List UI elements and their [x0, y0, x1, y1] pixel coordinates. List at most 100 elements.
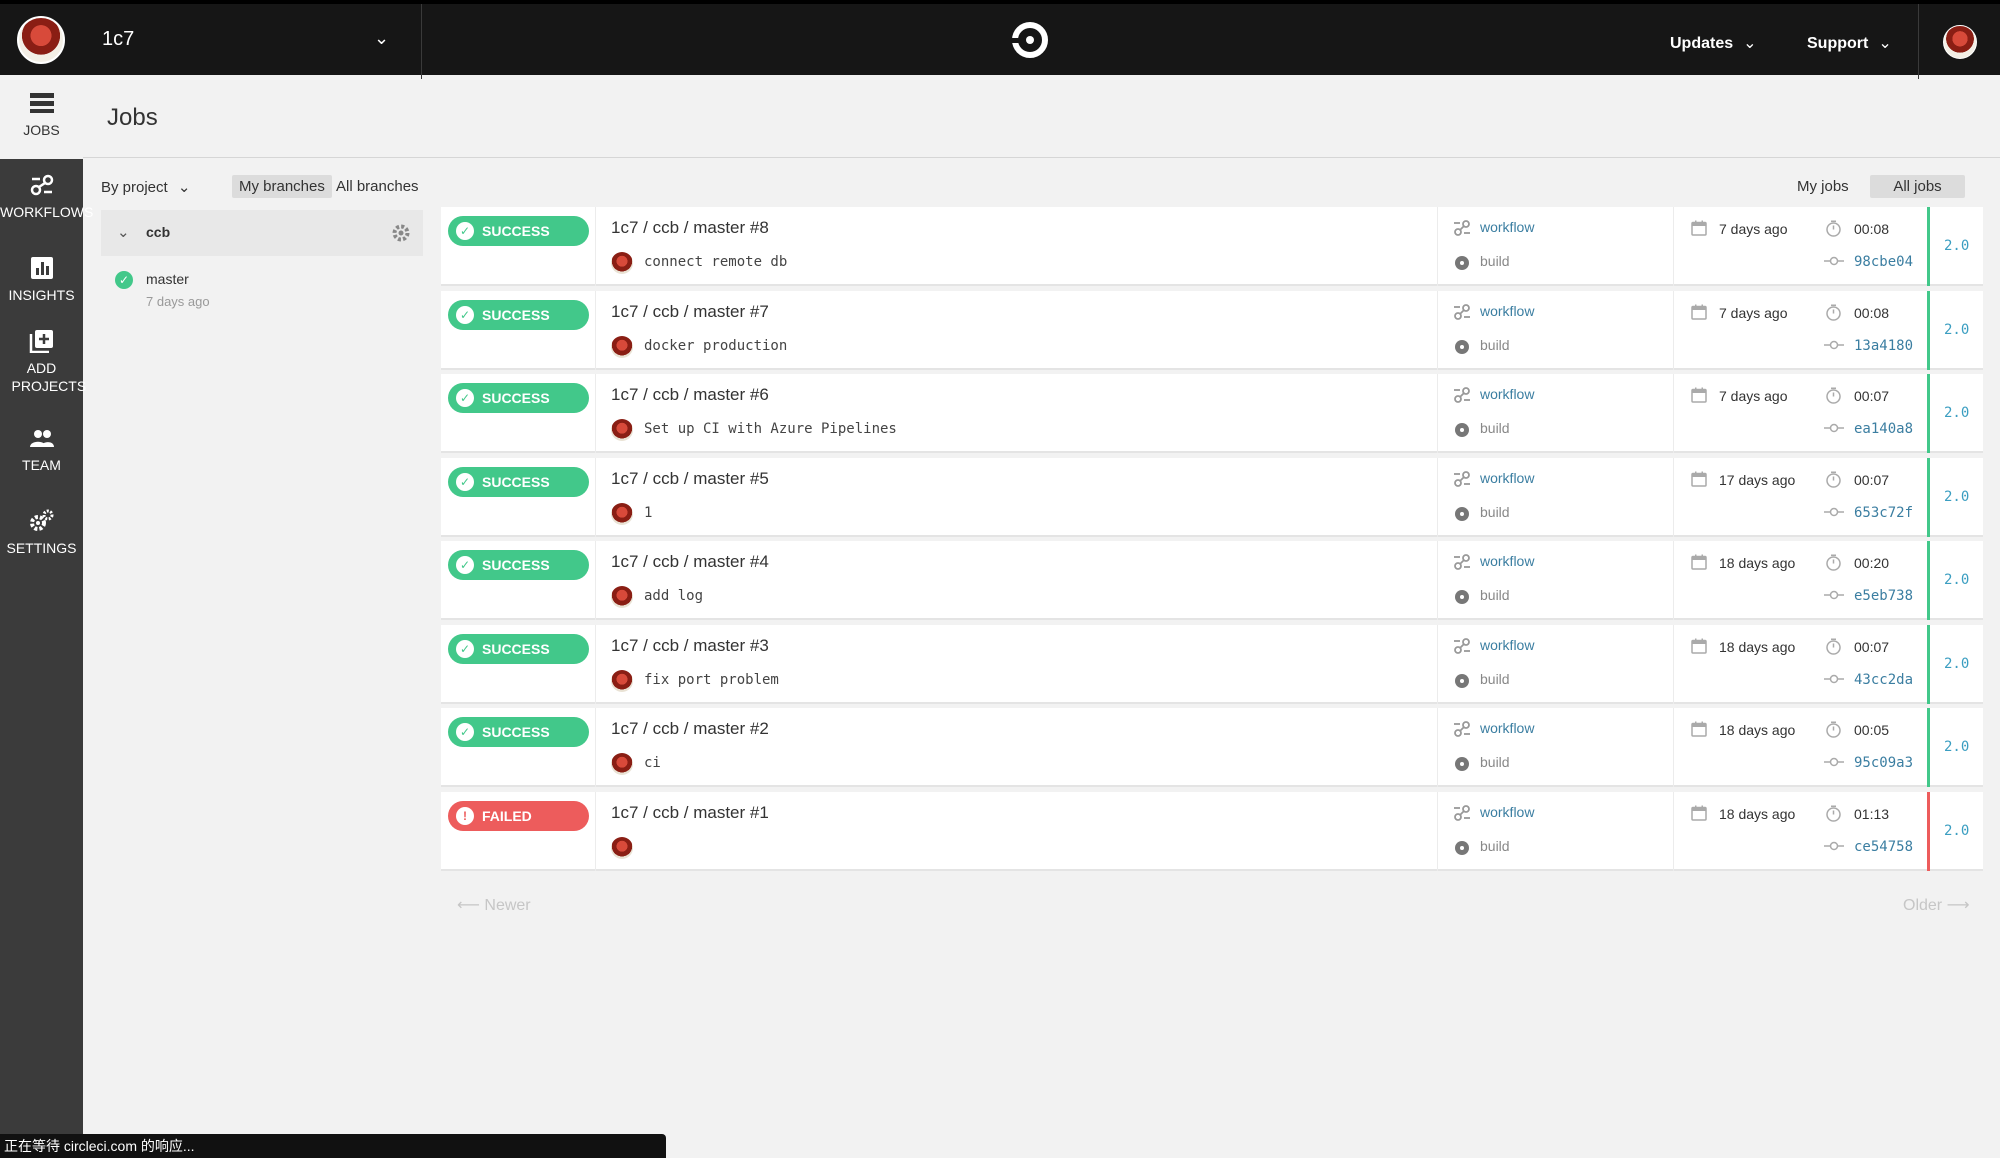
divider	[595, 291, 596, 370]
status-label: FAILED	[482, 808, 532, 824]
nav-item-settings[interactable]: SETTINGS	[0, 509, 83, 557]
commit-sha-link[interactable]: ce54758	[1854, 839, 1913, 855]
updates-menu[interactable]: Updates ⌄	[1670, 33, 1757, 53]
workflow-link[interactable]: workflow	[1480, 720, 1534, 736]
status-badge[interactable]: ✓ SUCCESS	[448, 550, 589, 580]
job-title[interactable]: 1c7 / ccb / master #2	[611, 719, 769, 739]
job-row[interactable]: ✓ SUCCESS 1c7 / ccb / master #7 docker p…	[441, 291, 1983, 370]
job-title[interactable]: 1c7 / ccb / master #5	[611, 469, 769, 489]
check-icon: ✓	[456, 389, 474, 407]
commit-icon	[1824, 507, 1844, 517]
clock-icon	[1826, 554, 1841, 571]
commit-message: Set up CI with Azure Pipelines	[644, 421, 897, 437]
build-icon	[1455, 256, 1469, 270]
job-title[interactable]: 1c7 / ccb / master #7	[611, 302, 769, 322]
workflow-link[interactable]: workflow	[1480, 553, 1534, 569]
build-icon	[1455, 340, 1469, 354]
job-row[interactable]: ✓ SUCCESS 1c7 / ccb / master #6 Set up C…	[441, 374, 1983, 453]
my-branches-toggle[interactable]: My branches	[232, 175, 332, 198]
build-icon	[1455, 507, 1469, 521]
commit-sha-link[interactable]: e5eb738	[1854, 588, 1913, 604]
job-title[interactable]: 1c7 / ccb / master #1	[611, 803, 769, 823]
support-menu[interactable]: Support ⌄	[1807, 33, 1892, 53]
divider	[595, 708, 596, 787]
nav-item-add-projects[interactable]: ADD PROJECTS	[0, 329, 86, 395]
status-badge[interactable]: ! FAILED	[448, 801, 589, 831]
workflows-icon	[30, 174, 53, 196]
job-row[interactable]: ✓ SUCCESS 1c7 / ccb / master #5 1 workfl…	[441, 458, 1983, 537]
user-avatar[interactable]	[1943, 25, 1977, 59]
chevron-down-icon[interactable]: ⌄	[117, 223, 130, 241]
job-row[interactable]: ✓ SUCCESS 1c7 / ccb / master #4 add log …	[441, 541, 1983, 620]
job-title[interactable]: 1c7 / ccb / master #3	[611, 636, 769, 656]
workflow-icon	[1454, 805, 1470, 821]
clock-icon	[1826, 304, 1841, 321]
commit-sha-link[interactable]: 653c72f	[1854, 505, 1913, 521]
job-row[interactable]: ✓ SUCCESS 1c7 / ccb / master #2 ci workf…	[441, 708, 1983, 787]
older-button[interactable]: Older ⟶	[1903, 895, 1970, 915]
all-jobs-toggle[interactable]: All jobs	[1870, 175, 1965, 198]
commit-sha-link[interactable]: 95c09a3	[1854, 755, 1913, 771]
status-badge[interactable]: ✓ SUCCESS	[448, 383, 589, 413]
status-badge[interactable]: ✓ SUCCESS	[448, 216, 589, 246]
my-jobs-toggle[interactable]: My jobs	[1790, 175, 1856, 198]
status-badge[interactable]: ✓ SUCCESS	[448, 634, 589, 664]
job-title[interactable]: 1c7 / ccb / master #6	[611, 385, 769, 405]
browser-status-bar: 正在等待 circleci.com 的响应...	[0, 1134, 666, 1158]
workflow-icon	[1454, 304, 1470, 320]
job-row[interactable]: ✓ SUCCESS 1c7 / ccb / master #8 connect …	[441, 207, 1983, 286]
job-title[interactable]: 1c7 / ccb / master #8	[611, 218, 769, 238]
org-avatar[interactable]	[17, 16, 65, 64]
workflow-link[interactable]: workflow	[1480, 804, 1534, 820]
project-row[interactable]: ⌄ ccb	[101, 210, 423, 256]
divider	[1437, 291, 1438, 370]
by-project-dropdown[interactable]: By project ⌄	[94, 175, 197, 199]
chevron-down-icon: ⌄	[177, 179, 191, 196]
job-name: build	[1480, 253, 1510, 269]
nav-item-team[interactable]: TEAM	[0, 426, 83, 474]
version-bar	[1927, 458, 1930, 537]
workflow-link[interactable]: workflow	[1480, 219, 1534, 235]
job-title[interactable]: 1c7 / ccb / master #4	[611, 552, 769, 572]
nav-item-insights[interactable]: INSIGHTS	[0, 256, 83, 304]
project-name: ccb	[146, 224, 171, 240]
commit-sha-link[interactable]: 43cc2da	[1854, 672, 1913, 688]
nav-item-workflows[interactable]: WORKFLOWS	[0, 173, 93, 221]
avatar	[611, 503, 633, 525]
status-badge[interactable]: ✓ SUCCESS	[448, 300, 589, 330]
build-icon	[1455, 423, 1469, 437]
gear-icon[interactable]	[391, 223, 411, 243]
job-row[interactable]: ✓ SUCCESS 1c7 / ccb / master #3 fix port…	[441, 625, 1983, 704]
workflow-link[interactable]: workflow	[1480, 386, 1534, 402]
branch-name[interactable]: master	[146, 271, 189, 287]
check-icon: ✓	[456, 473, 474, 491]
check-icon: ✓	[456, 556, 474, 574]
job-row[interactable]: ! FAILED 1c7 / ccb / master #1 workflow …	[441, 792, 1983, 871]
commit-message: fix port problem	[644, 672, 779, 688]
page-title: Jobs	[107, 104, 158, 131]
workflow-link[interactable]: workflow	[1480, 637, 1534, 653]
status-label: SUCCESS	[482, 223, 550, 239]
job-name: build	[1480, 420, 1510, 436]
workflow-link[interactable]: workflow	[1480, 470, 1534, 486]
status-badge[interactable]: ✓ SUCCESS	[448, 717, 589, 747]
workflow-link[interactable]: workflow	[1480, 303, 1534, 319]
commit-sha-link[interactable]: 98cbe04	[1854, 254, 1913, 270]
divider	[1673, 291, 1674, 370]
status-badge[interactable]: ✓ SUCCESS	[448, 467, 589, 497]
status-label: SUCCESS	[482, 641, 550, 657]
divider	[1437, 458, 1438, 537]
all-branches-toggle[interactable]: All branches	[329, 175, 426, 198]
divider	[1673, 458, 1674, 537]
chevron-down-icon[interactable]: ⌄	[374, 28, 389, 49]
calendar-icon	[1691, 805, 1707, 821]
org-name[interactable]: 1c7	[102, 28, 134, 51]
commit-sha-link[interactable]: 13a4180	[1854, 338, 1913, 354]
newer-button[interactable]: ⟵ Newer	[457, 895, 531, 915]
commit-sha-link[interactable]: ea140a8	[1854, 421, 1913, 437]
avatar	[611, 753, 633, 775]
nav-label: INSIGHTS	[8, 287, 75, 303]
circleci-logo-icon[interactable]	[1010, 22, 1048, 58]
nav-item-jobs[interactable]: JOBS	[0, 75, 83, 159]
team-icon	[29, 430, 54, 447]
